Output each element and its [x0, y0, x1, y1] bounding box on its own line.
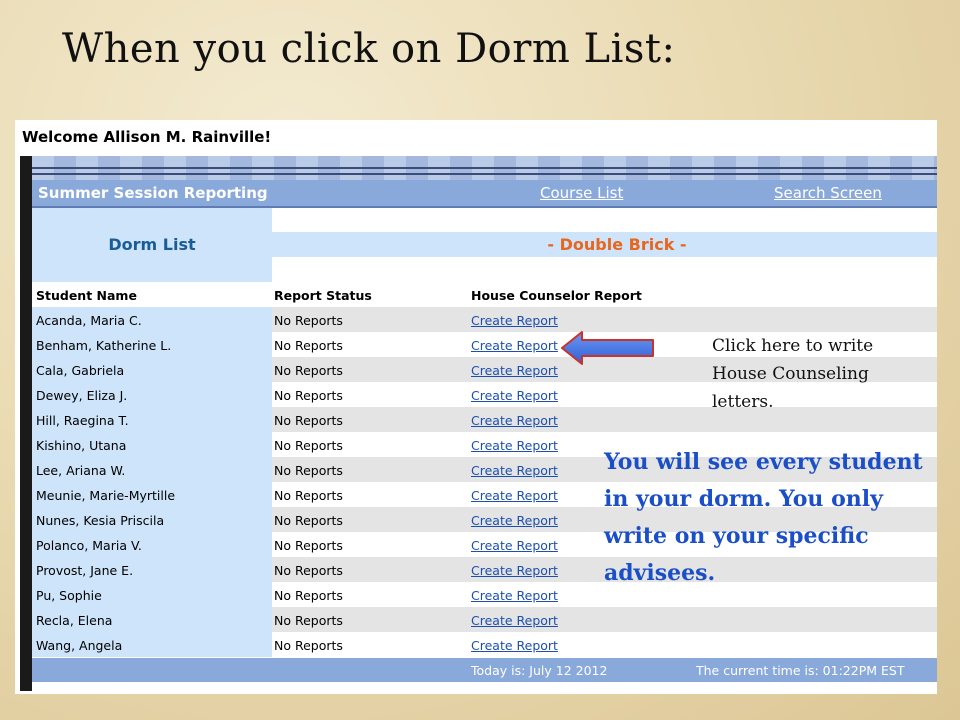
report-status: No Reports: [274, 488, 343, 503]
report-status: No Reports: [274, 588, 343, 603]
create-report-link[interactable]: Create Report: [471, 363, 558, 378]
dorm-name: - Double Brick -: [547, 235, 687, 254]
create-report-link[interactable]: Create Report: [471, 638, 558, 653]
header-stripes: [32, 156, 937, 180]
student-name: Recla, Elena: [36, 613, 113, 628]
report-status: No Reports: [274, 438, 343, 453]
callout-text: Click here to write House Counseling let…: [712, 336, 874, 412]
create-report-link[interactable]: Create Report: [471, 563, 558, 578]
table-row: Recla, Elena No Reports Create Report: [32, 607, 937, 632]
navbar: Summer Session Reporting Course List Sea…: [32, 180, 937, 208]
column-header-student-name: Student Name: [36, 288, 137, 303]
dorm-list-heading: Dorm List: [108, 235, 196, 254]
create-report-link[interactable]: Create Report: [471, 488, 558, 503]
student-name: Meunie, Marie-Myrtille: [36, 488, 176, 503]
create-report-link[interactable]: Create Report: [471, 388, 558, 403]
footer-bar: Today is: July 12 2012 The current time …: [32, 658, 937, 682]
create-report-link[interactable]: Create Report: [471, 588, 558, 603]
report-status: No Reports: [274, 338, 343, 353]
create-report-link[interactable]: Create Report: [471, 313, 558, 328]
column-header-house-counselor-report: House Counselor Report: [471, 288, 642, 303]
student-name: Cala, Gabriela: [36, 363, 125, 378]
slide-title: When you click on Dorm List:: [62, 26, 676, 72]
footer-date: Today is: July 12 2012: [471, 663, 608, 678]
student-name: Hill, Raegina T.: [36, 413, 129, 428]
student-name: Nunes, Kesia Priscila: [36, 513, 165, 528]
create-report-link[interactable]: Create Report: [471, 463, 558, 478]
create-report-link[interactable]: Create Report: [471, 538, 558, 553]
app-title: Summer Session Reporting: [38, 184, 268, 202]
report-status: No Reports: [274, 388, 343, 403]
student-name: Dewey, Eliza J.: [36, 388, 128, 403]
dorm-list-panel: Dorm List: [32, 208, 272, 286]
report-status: No Reports: [274, 538, 343, 553]
student-name: Lee, Ariana W.: [36, 463, 126, 478]
welcome-message: Welcome Allison M. Rainville!: [22, 128, 272, 146]
report-status: No Reports: [274, 613, 343, 628]
column-header-report-status: Report Status: [274, 288, 372, 303]
dorm-name-band: - Double Brick -: [272, 232, 937, 257]
left-border: [20, 156, 32, 691]
left-arrow-icon: [561, 331, 654, 365]
course-list-link[interactable]: Course List: [540, 184, 623, 202]
report-status: No Reports: [274, 638, 343, 653]
student-name: Wang, Angela: [36, 638, 123, 653]
student-name: Benham, Katherine L.: [36, 338, 172, 353]
footer-time: The current time is: 01:22PM EST: [696, 663, 905, 678]
report-status: No Reports: [274, 363, 343, 378]
create-report-link[interactable]: Create Report: [471, 513, 558, 528]
student-name: Polanco, Maria V.: [36, 538, 142, 553]
create-report-link[interactable]: Create Report: [471, 338, 558, 353]
create-report-link[interactable]: Create Report: [471, 413, 558, 428]
report-status: No Reports: [274, 513, 343, 528]
report-status: No Reports: [274, 463, 343, 478]
create-report-link[interactable]: Create Report: [471, 613, 558, 628]
emphasis-text: You will see every student in your dorm.…: [604, 449, 923, 586]
report-status: No Reports: [274, 563, 343, 578]
table-header: Student Name Report Status House Counsel…: [32, 282, 937, 307]
student-name: Acanda, Maria C.: [36, 313, 142, 328]
student-name: Provost, Jane E.: [36, 563, 134, 578]
student-name: Kishino, Utana: [36, 438, 127, 453]
create-report-link[interactable]: Create Report: [471, 438, 558, 453]
report-status: No Reports: [274, 413, 343, 428]
table-row: Wang, Angela No Reports Create Report: [32, 632, 937, 657]
search-screen-link[interactable]: Search Screen: [774, 184, 882, 202]
report-status: No Reports: [274, 313, 343, 328]
student-name: Pu, Sophie: [36, 588, 102, 603]
table-row: Acanda, Maria C. No Reports Create Report: [32, 307, 937, 332]
